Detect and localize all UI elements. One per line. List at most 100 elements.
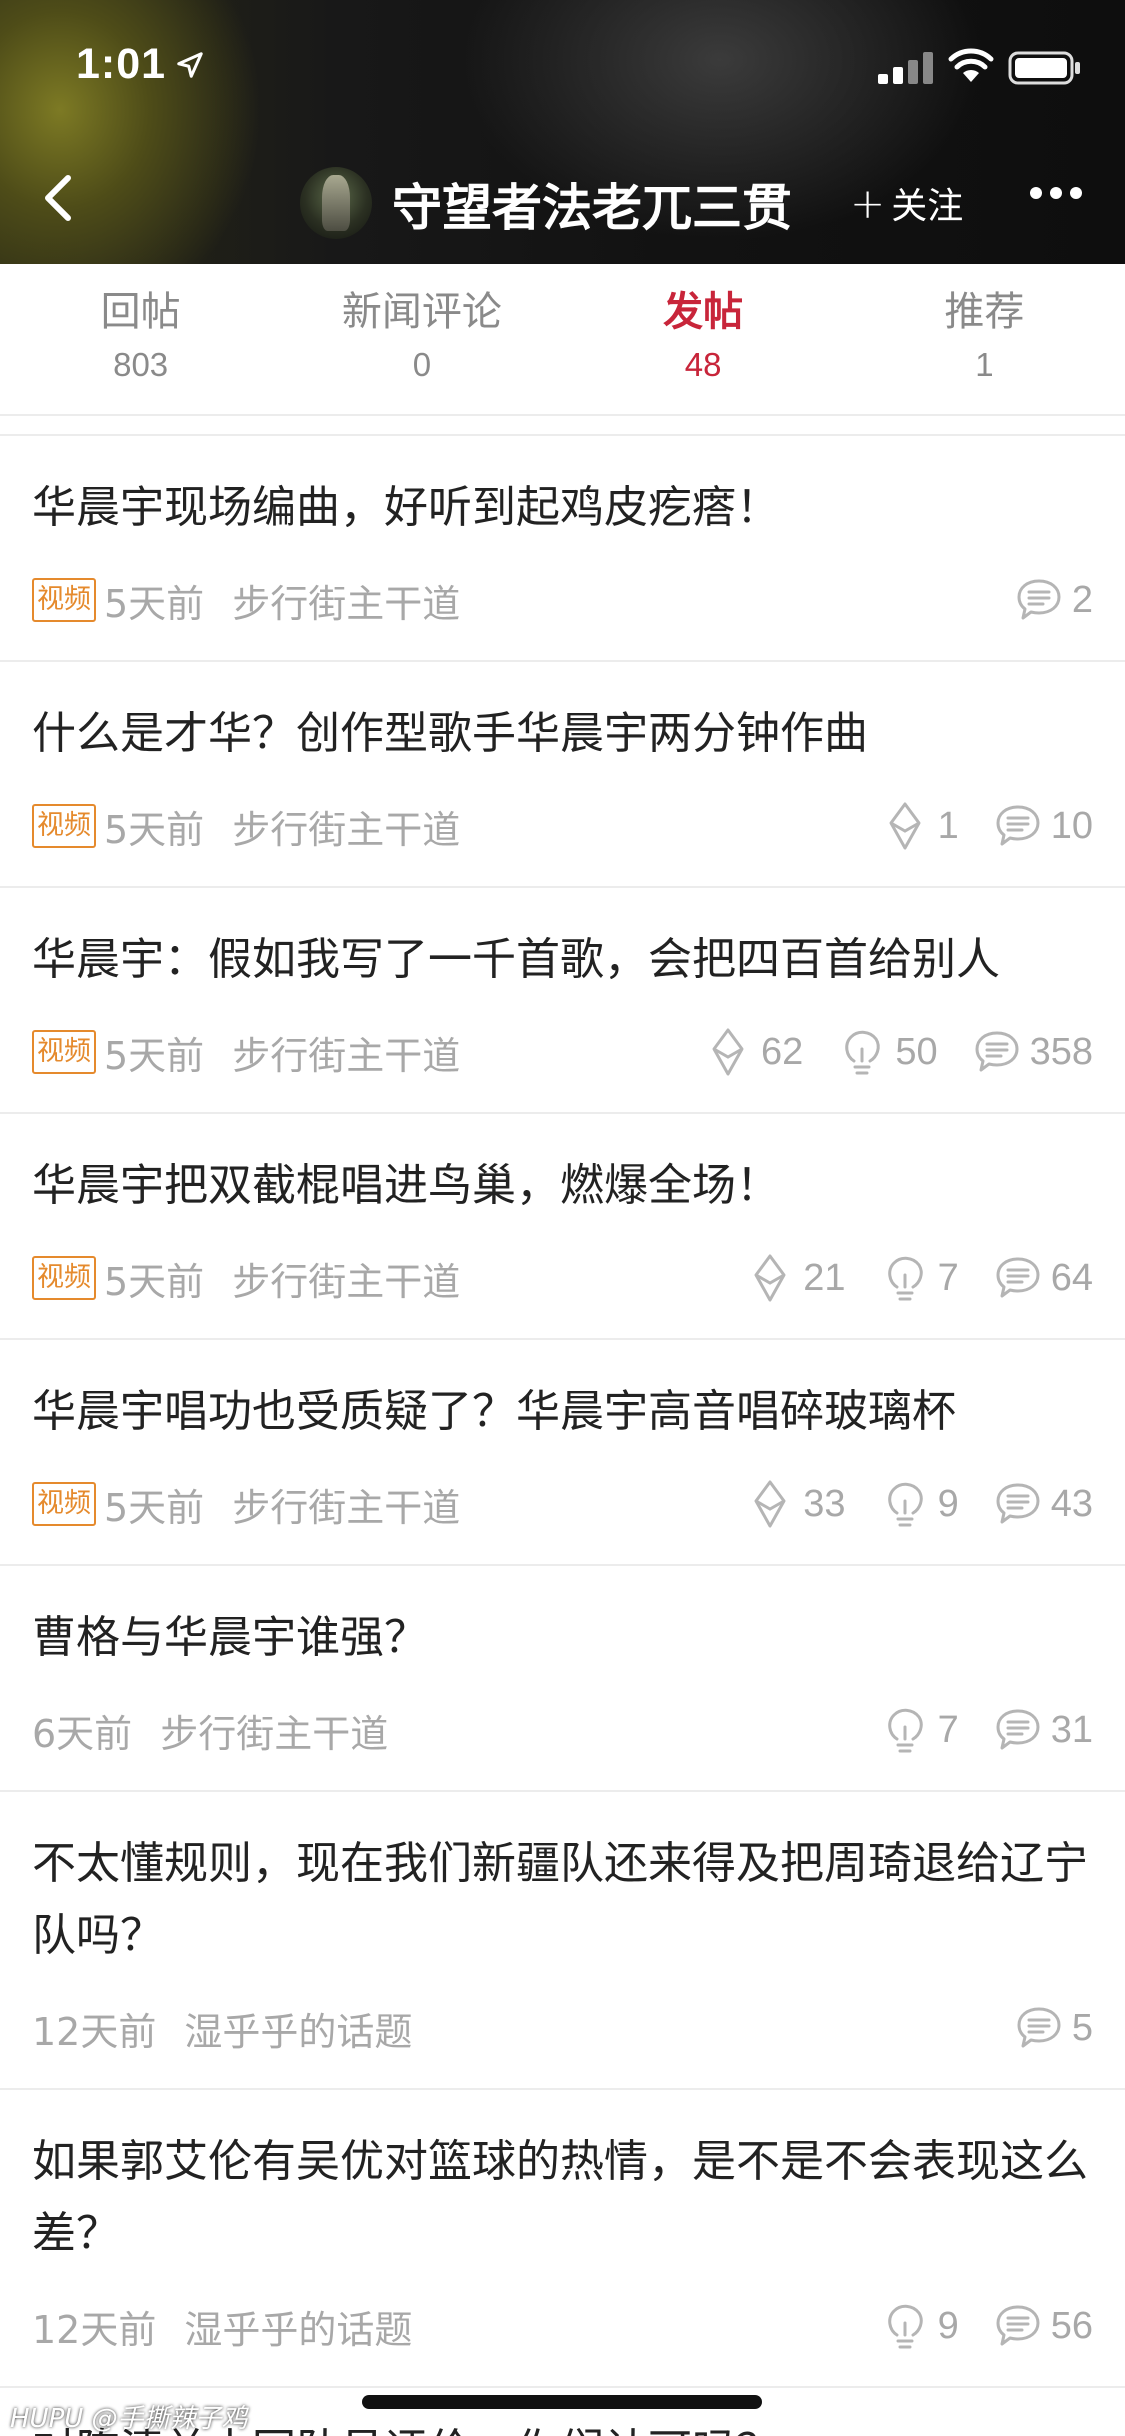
reply-stat: 2 xyxy=(1016,575,1093,625)
post-meta: 视频 5天前 步行街主干道 21 7 64 xyxy=(32,1248,1093,1308)
reply-stat: 56 xyxy=(995,2301,1093,2351)
recommend-count: 62 xyxy=(761,1030,804,1073)
light-stat: 7 xyxy=(882,1705,959,1755)
post-board[interactable]: 步行街主干道 xyxy=(160,1703,388,1758)
reply-stat: 31 xyxy=(995,1705,1093,1755)
recommend-stat: 33 xyxy=(747,1479,846,1529)
post-title: 什么是才华？创作型歌手华晨宇两分钟作曲 xyxy=(32,708,868,759)
recommend-icon xyxy=(712,1028,744,1076)
comment-icon xyxy=(1017,2007,1061,2048)
post-meta: 视频 5天前 步行街主干道 62 50 358 xyxy=(32,1022,1093,1082)
profile-tabs: 回帖 803 新闻评论 0 发帖 48 推荐 1 xyxy=(0,264,1125,416)
tab-recommend[interactable]: 推荐 1 xyxy=(844,264,1125,414)
post-meta: 12天前 湿乎乎的话题 9 56 xyxy=(32,2296,1093,2356)
light-stat: 7 xyxy=(882,1253,959,1303)
light-count: 9 xyxy=(937,2304,959,2347)
avatar[interactable] xyxy=(300,167,372,239)
list-item[interactable]: 华晨宇现场编曲，好听到起鸡皮疙瘩！ 视频 5天前 步行街主干道 2 xyxy=(0,436,1125,662)
recommend-count: 1 xyxy=(937,804,959,847)
comment-icon xyxy=(975,1031,1019,1072)
reply-stat: 5 xyxy=(1016,2003,1093,2053)
home-indicator[interactable] xyxy=(362,2395,762,2409)
list-item[interactable]: 什么是才华？创作型歌手华晨宇两分钟作曲 视频 5天前 步行街主干道 1 10 xyxy=(0,662,1125,888)
follow-label: 关注 xyxy=(891,186,964,227)
lightbulb-icon xyxy=(887,1708,923,1753)
list-item[interactable]: 曹格与华晨宇谁强？ 6天前 步行街主干道 7 31 xyxy=(0,1566,1125,1792)
post-stats: 1 10 xyxy=(846,801,1093,851)
reply-count: 56 xyxy=(1050,2304,1093,2347)
video-badge: 视频 xyxy=(32,578,96,622)
post-meta: 视频 5天前 步行街主干道 2 xyxy=(32,570,1093,630)
post-time: 12天前 xyxy=(32,2009,157,2054)
post-time: 5天前 xyxy=(104,581,205,626)
post-board[interactable]: 步行街主干道 xyxy=(232,573,460,628)
post-meta: 视频 5天前 步行街主干道 33 9 43 xyxy=(32,1474,1093,1534)
list-item[interactable]: 如果郭艾伦有吴优对篮球的热情，是不是不会表现这么差？ 12天前 湿乎乎的话题 9 xyxy=(0,2090,1125,2388)
reply-count: 358 xyxy=(1029,1030,1093,1073)
light-stat: 9 xyxy=(882,2301,959,2351)
video-badge: 视频 xyxy=(32,1030,96,1074)
reply-count: 5 xyxy=(1071,2006,1093,2049)
plus-icon: + xyxy=(850,178,886,228)
back-chevron-icon[interactable] xyxy=(36,170,80,226)
post-stats: 62 50 358 xyxy=(669,1027,1093,1077)
list-item[interactable]: 华晨宇唱功也受质疑了？华晨宇高音唱碎玻璃杯 视频 5天前 步行街主干道 33 9… xyxy=(0,1340,1125,1566)
recommend-stat: 62 xyxy=(705,1027,803,1077)
post-time: 6天前 xyxy=(32,1711,133,1756)
list-item[interactable]: 华晨宇：假如我写了一千首歌，会把四百首给别人 视频 5天前 步行街主干道 62 xyxy=(0,888,1125,1114)
post-board[interactable]: 步行街主干道 xyxy=(232,799,460,854)
list-item[interactable]: 不太懂规则，现在我们新疆队还来得及把周琦退给辽宁队吗？ 12天前 湿乎乎的话题 … xyxy=(0,1792,1125,2090)
post-time: 5天前 xyxy=(104,1033,205,1078)
post-board[interactable]: 步行街主干道 xyxy=(232,1025,460,1080)
tab-label: 回帖 xyxy=(100,289,181,335)
comment-icon xyxy=(996,2305,1040,2346)
cellular-signal-icon xyxy=(878,52,933,84)
recommend-stat: 1 xyxy=(882,801,959,851)
status-bar: 1:01 xyxy=(0,0,1125,132)
comment-icon xyxy=(996,1257,1040,1298)
tab-count: 1 xyxy=(975,346,994,383)
watermark: HUPU @手撕辣子鸡 xyxy=(10,2404,248,2434)
light-count: 7 xyxy=(937,1256,959,1299)
post-board[interactable]: 步行街主干道 xyxy=(232,1251,460,1306)
recommend-count: 21 xyxy=(803,1256,846,1299)
wifi-icon xyxy=(948,48,994,82)
tab-posts[interactable]: 发帖 48 xyxy=(563,264,844,414)
lightbulb-icon xyxy=(887,1256,923,1301)
recommend-icon xyxy=(754,1480,786,1528)
lightbulb-icon xyxy=(845,1030,880,1075)
post-board[interactable]: 步行街主干道 xyxy=(232,1477,460,1532)
post-stats: 2 xyxy=(980,575,1093,625)
post-title: 不太懂规则，现在我们新疆队还来得及把周琦退给辽宁队吗？ xyxy=(32,1838,1088,1961)
post-title: 曹格与华晨宇谁强？ xyxy=(32,1612,428,1663)
post-title: 华晨宇现场编曲，好听到起鸡皮疙瘩！ xyxy=(32,482,780,533)
reply-stat: 64 xyxy=(995,1253,1093,1303)
tab-news-comments[interactable]: 新闻评论 0 xyxy=(281,264,562,414)
tab-label: 发帖 xyxy=(663,289,744,335)
location-arrow-icon xyxy=(177,52,203,78)
reply-count: 43 xyxy=(1050,1482,1093,1525)
post-stats: 5 xyxy=(980,2003,1093,2053)
reply-count: 10 xyxy=(1050,804,1093,847)
post-board[interactable]: 湿乎乎的话题 xyxy=(184,2001,412,2056)
post-time: 5天前 xyxy=(104,1485,205,1530)
tab-count: 48 xyxy=(684,346,722,383)
post-stats: 33 9 43 xyxy=(711,1479,1093,1529)
post-time: 5天前 xyxy=(104,807,205,852)
nav-bar: 守望者法老兀三贯 + 关注 xyxy=(0,150,1125,250)
post-board[interactable]: 湿乎乎的话题 xyxy=(184,2299,412,2354)
tab-replies[interactable]: 回帖 803 xyxy=(0,264,281,414)
tab-label: 推荐 xyxy=(944,289,1025,335)
divider xyxy=(0,416,1125,436)
recommend-icon xyxy=(754,1254,786,1302)
list-item[interactable]: 华晨宇把双截棍唱进鸟巢，燃爆全场！ 视频 5天前 步行街主干道 21 7 64 xyxy=(0,1114,1125,1340)
light-count: 7 xyxy=(937,1708,959,1751)
follow-button[interactable]: + 关注 xyxy=(850,178,963,228)
lightbulb-icon xyxy=(887,2304,923,2349)
more-options-icon[interactable] xyxy=(1030,184,1094,212)
post-title: 华晨宇：假如我写了一千首歌，会把四百首给别人 xyxy=(32,934,1000,985)
tab-count: 803 xyxy=(113,346,169,383)
comment-icon xyxy=(996,1709,1040,1750)
recommend-count: 33 xyxy=(803,1482,846,1525)
reply-count: 64 xyxy=(1050,1256,1093,1299)
